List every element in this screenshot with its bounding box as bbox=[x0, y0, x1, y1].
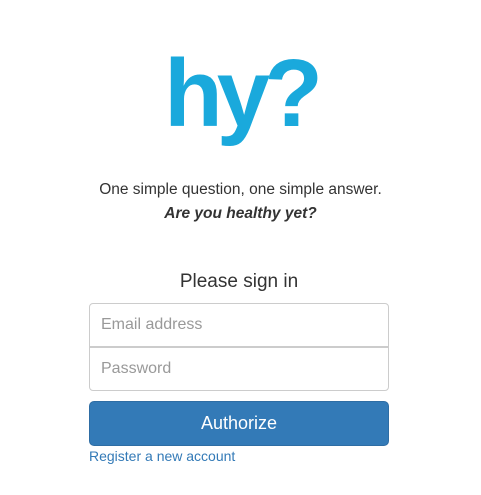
brand-logo: hy? bbox=[164, 40, 323, 147]
tagline: One simple question, one simple answer. bbox=[99, 181, 382, 198]
password-field[interactable] bbox=[89, 347, 389, 391]
tagline-question: Are you healthy yet? bbox=[164, 205, 317, 222]
authorize-button[interactable]: Authorize bbox=[89, 401, 389, 446]
email-field[interactable] bbox=[89, 303, 389, 347]
register-link[interactable]: Register a new account bbox=[89, 447, 235, 465]
sign-in-heading: Please sign in bbox=[179, 271, 299, 292]
